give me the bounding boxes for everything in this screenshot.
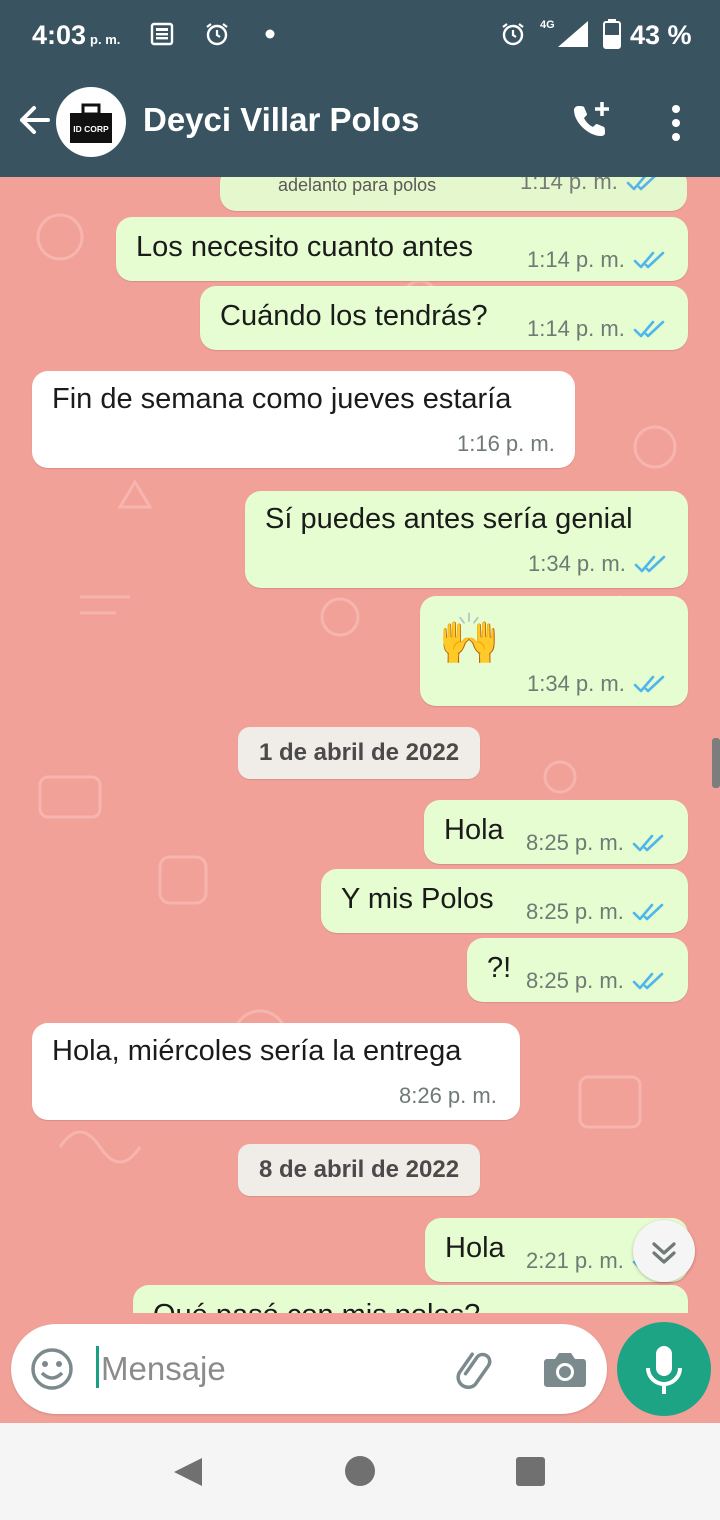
message-text: Hola, miércoles sería la entrega xyxy=(52,1035,462,1067)
message-text: 🙌 xyxy=(438,611,501,667)
message-meta: 8:25 p. m. xyxy=(526,968,664,994)
message-meta: 1:16 p. m. xyxy=(457,431,555,457)
scroll-to-bottom-button[interactable] xyxy=(633,1220,695,1282)
status-time-value: 4:03 xyxy=(32,20,87,50)
contact-avatar[interactable]: ID CORP xyxy=(56,87,126,157)
message-time: 1:14 p. m. xyxy=(527,316,625,341)
alarm-status-icon xyxy=(502,23,524,46)
message-time: 8:26 p. m. xyxy=(399,1083,497,1108)
outgoing-message[interactable]: Y mis Polos 8:25 p. m. xyxy=(321,869,688,933)
message-text: Sí puedes antes sería genial xyxy=(265,503,633,535)
signal-icon xyxy=(558,21,588,47)
outgoing-message[interactable]: Hola 8:25 p. m. xyxy=(424,800,688,864)
top-bar: 4:03 p. m. 4G 43 % ID CORP Deyci Villar P… xyxy=(0,0,720,177)
notification-dot-icon xyxy=(265,29,275,39)
mic-button[interactable] xyxy=(617,1322,711,1416)
read-receipt-icon xyxy=(632,972,664,990)
message-text: Y mis Polos xyxy=(341,883,494,915)
message-meta: 8:25 p. m. xyxy=(526,830,664,856)
emoji-icon[interactable] xyxy=(29,1346,75,1392)
read-receipt-icon xyxy=(632,903,664,921)
battery-percent: 43 % xyxy=(630,20,692,50)
battery-icon xyxy=(603,19,621,49)
news-icon xyxy=(150,22,174,46)
nav-back-icon[interactable] xyxy=(172,1456,204,1488)
message-text: Qué pasó con mis polos? xyxy=(153,1299,480,1313)
message-text: Los necesito cuanto antes xyxy=(136,231,473,263)
message-time: 1:16 p. m. xyxy=(457,431,555,456)
outgoing-message[interactable]: adelanto para polos 1:14 p. m. xyxy=(220,177,687,211)
read-receipt-icon xyxy=(632,834,664,852)
read-receipt-icon xyxy=(626,177,656,191)
outgoing-message[interactable]: Los necesito cuanto antes 1:14 p. m. xyxy=(116,217,688,281)
composer-bar xyxy=(0,1313,720,1423)
message-time: 1:34 p. m. xyxy=(528,551,626,576)
date-separator: 1 de abril de 2022 xyxy=(238,727,480,779)
message-time: 8:25 p. m. xyxy=(526,899,624,924)
outgoing-message[interactable]: Cuándo los tendrás? 1:14 p. m. xyxy=(200,286,688,350)
message-time: 1:14 p. m. xyxy=(527,247,625,272)
status-bar: 4:03 p. m. 4G 43 % xyxy=(0,0,720,70)
message-time: 1:34 p. m. xyxy=(527,671,625,696)
read-receipt-icon xyxy=(633,675,665,693)
read-receipt-icon xyxy=(633,320,665,338)
alarm-icon xyxy=(206,23,228,46)
avatar-logo: ID CORP xyxy=(70,103,112,143)
message-meta: 8:26 p. m. xyxy=(399,1083,497,1109)
avatar-text: ID CORP xyxy=(73,124,109,134)
outgoing-message[interactable]: Sí puedes antes sería genial 1:34 p. m. xyxy=(245,491,688,588)
message-text: Fin de semana como jueves estaría xyxy=(52,383,512,415)
read-receipt-icon xyxy=(633,251,665,269)
message-text: adelanto para polos xyxy=(278,177,437,195)
chat-area[interactable]: adelanto para polos 1:14 p. m. Los necesit… xyxy=(0,177,720,1313)
message-meta: 1:14 p. m. xyxy=(527,247,665,273)
date-separator: 8 de abril de 2022 xyxy=(238,1144,480,1196)
incoming-message[interactable]: Hola, miércoles sería la entrega 8:26 p. … xyxy=(32,1023,520,1120)
message-text: Hola xyxy=(445,1232,505,1264)
message-time: 1:14 p. m. xyxy=(520,177,618,194)
contact-name[interactable]: Deyci Villar Polos xyxy=(143,101,419,139)
nav-recents-icon[interactable] xyxy=(516,1457,545,1486)
message-input[interactable] xyxy=(101,1344,431,1394)
status-time-suffix: p. m. xyxy=(90,32,121,47)
scrollbar-thumb[interactable] xyxy=(712,738,720,788)
outgoing-message[interactable]: ?! 8:25 p. m. xyxy=(467,938,688,1002)
chat-header: ID CORP Deyci Villar Polos xyxy=(0,70,720,177)
message-time: 2:21 p. m. xyxy=(526,1248,624,1273)
message-meta: 1:14 p. m. xyxy=(520,177,658,195)
message-meta: 1:14 p. m. xyxy=(527,316,665,342)
status-time: 4:03 p. m. xyxy=(32,20,120,51)
message-text: Hola xyxy=(444,814,504,846)
outgoing-message[interactable]: 🙌 1:34 p. m. xyxy=(420,596,688,706)
text-cursor xyxy=(96,1346,99,1388)
scroll-down-icon xyxy=(652,1242,676,1264)
system-nav-bar xyxy=(0,1423,720,1520)
message-text: ?! xyxy=(487,952,512,984)
more-options-icon[interactable] xyxy=(664,103,688,143)
back-arrow-icon[interactable] xyxy=(14,100,54,140)
mic-icon xyxy=(646,1346,682,1394)
outgoing-message[interactable]: Qué pasó con mis polos? xyxy=(133,1285,688,1313)
incoming-message[interactable]: Fin de semana como jueves estaría 1:16 p.… xyxy=(32,371,575,468)
camera-icon[interactable] xyxy=(541,1347,589,1391)
read-receipt-icon xyxy=(634,555,666,573)
message-meta: 1:34 p. m. xyxy=(528,551,666,577)
message-meta: 1:34 p. m. xyxy=(527,671,665,697)
message-time: 8:25 p. m. xyxy=(526,830,624,855)
message-text: Cuándo los tendrás? xyxy=(220,300,488,332)
nav-home-icon[interactable] xyxy=(345,1456,375,1486)
add-call-icon[interactable] xyxy=(570,100,614,144)
message-field[interactable] xyxy=(11,1324,607,1414)
message-meta: 8:25 p. m. xyxy=(526,899,664,925)
attach-icon[interactable] xyxy=(451,1346,499,1394)
network-type: 4G xyxy=(540,19,555,31)
message-time: 8:25 p. m. xyxy=(526,968,624,993)
